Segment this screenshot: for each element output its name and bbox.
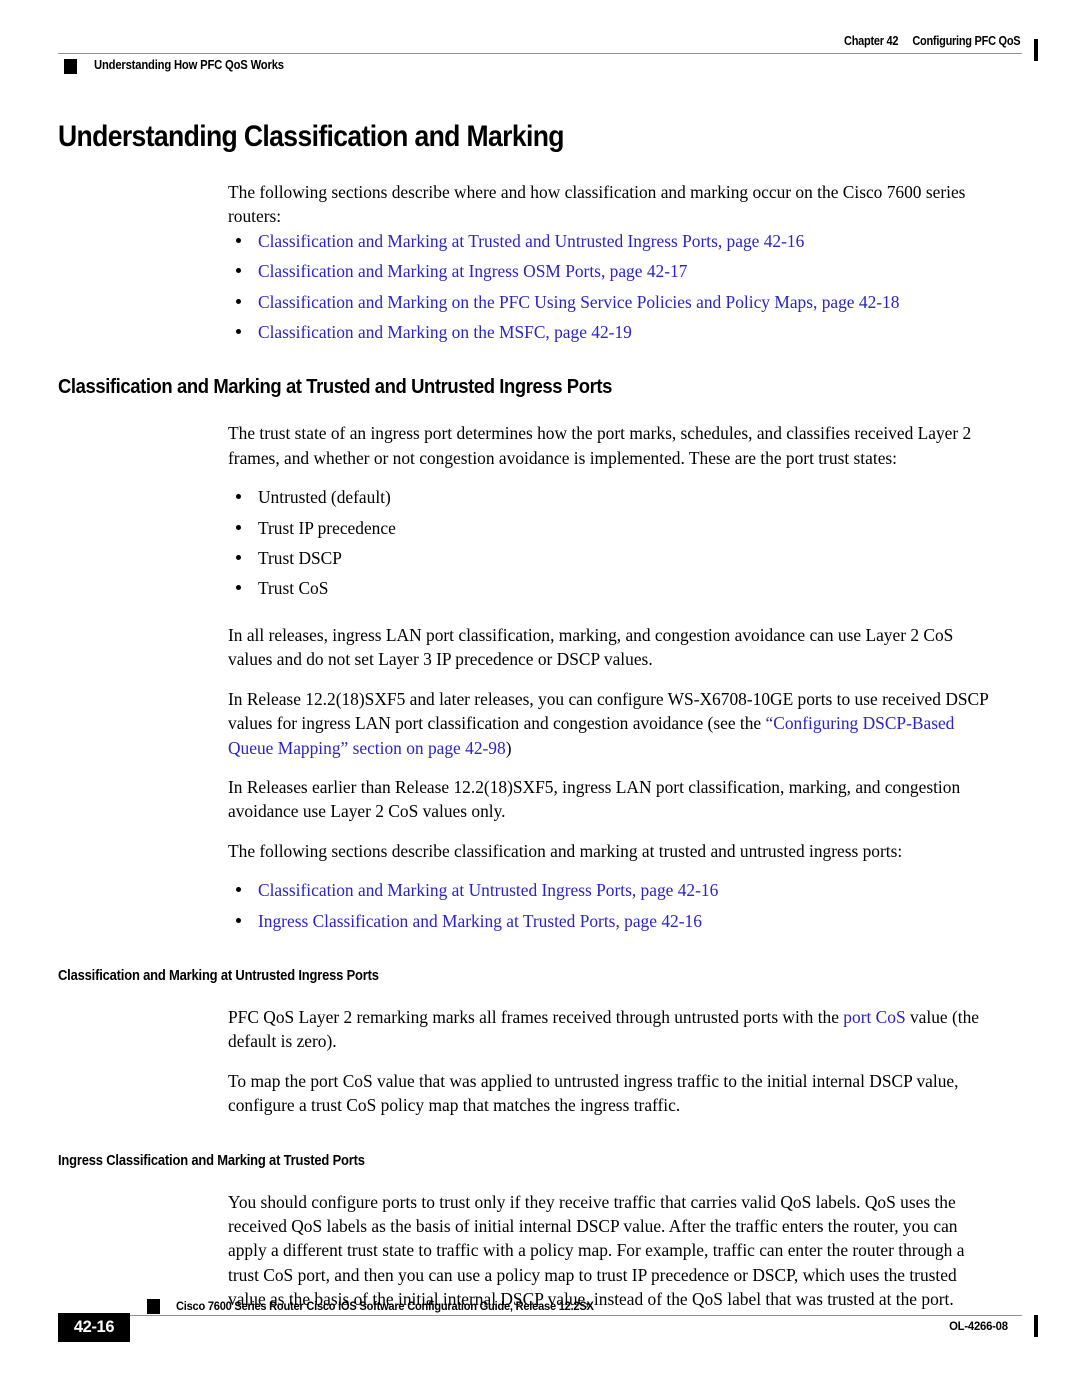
list-item[interactable]: Classification and Marking on the PFC Us…: [228, 290, 996, 314]
page-header: Chapter 42 Configuring PFC QoS Understand…: [58, 34, 1046, 82]
header-end-marker: [1034, 39, 1038, 61]
paragraph-all-releases: In all releases, ingress LAN port classi…: [228, 624, 954, 670]
footer-square-marker-icon: [147, 1299, 160, 1314]
untrusted-ingress-block: PFC QoS Layer 2 remarking marks all fram…: [228, 1005, 996, 1118]
trusted-untrusted-block: The trust state of an ingress port deter…: [228, 421, 996, 933]
page-title: Understanding Classification and Marking: [58, 120, 565, 153]
header-square-marker-icon: [64, 59, 77, 74]
sub-cross-reference-list: Classification and Marking at Untrusted …: [228, 878, 996, 933]
list-item[interactable]: Ingress Classification and Marking at Tr…: [228, 909, 996, 933]
header-chapter-title: Configuring PFC QoS: [911, 34, 1020, 48]
cross-reference-link[interactable]: Classification and Marking at Ingress OS…: [258, 261, 687, 281]
bullet-icon: [236, 329, 241, 335]
paragraph-pfc-remarking: PFC QoS Layer 2 remarking marks all fram…: [228, 1005, 996, 1054]
paragraph-trust-state: The trust state of an ingress port deter…: [228, 423, 972, 468]
footer-document-id: OL-4266-08: [949, 1319, 1008, 1333]
list-item[interactable]: Classification and Marking on the MSFC, …: [228, 320, 996, 344]
footer-guide-title: Cisco 7600 Series Router Cisco IOS Softw…: [176, 1299, 594, 1313]
bullet-icon: [236, 494, 241, 500]
intro-link-list: Classification and Marking at Trusted an…: [228, 229, 996, 345]
list-item: Trust CoS: [228, 576, 996, 600]
section-heading-trusted-untrusted: Classification and Marking at Trusted an…: [58, 375, 612, 399]
bullet-icon: [236, 887, 241, 893]
list-item: Trust IP precedence: [228, 516, 996, 540]
paragraph-text-post: ): [505, 737, 512, 758]
inline-cross-reference-link[interactable]: port CoS: [843, 1007, 905, 1027]
paragraph-configure-trust: You should configure ports to trust only…: [228, 1191, 965, 1310]
paragraph-following-sections: The following sections describe classifi…: [228, 840, 903, 861]
header-chapter-number: Chapter 42: [843, 34, 898, 48]
paragraph-earlier-releases: In Releases earlier than Release 12.2(18…: [228, 776, 961, 822]
cross-reference-link[interactable]: Classification and Marking at Untrusted …: [258, 880, 718, 900]
cross-reference-link[interactable]: Classification and Marking on the PFC Us…: [258, 292, 899, 312]
header-rule: [58, 53, 1022, 54]
intro-block: The following sections describe where an…: [228, 180, 996, 229]
list-item: Trust DSCP: [228, 546, 996, 570]
header-section-label: Understanding How PFC QoS Works: [94, 58, 284, 72]
paragraph-text-pre: PFC QoS Layer 2 remarking marks all fram…: [228, 1006, 844, 1027]
cross-reference-link[interactable]: Classification and Marking on the MSFC, …: [258, 322, 632, 342]
trust-state-label: Untrusted (default): [258, 487, 391, 508]
trusted-ports-block: You should configure ports to trust only…: [228, 1190, 996, 1312]
paragraph-release-sxf5: In Release 12.2(18)SXF5 and later releas…: [228, 687, 996, 760]
footer-end-marker: [1034, 1315, 1038, 1337]
bullet-icon: [236, 917, 241, 923]
footer-page-number: 42-16: [58, 1313, 130, 1342]
bullet-icon: [236, 237, 241, 243]
footer-rule: [58, 1315, 1022, 1316]
header-chapter-info: Chapter 42 Configuring PFC QoS: [843, 34, 1021, 48]
page-content: Understanding Classification and Marking…: [58, 120, 998, 1312]
cross-reference-link[interactable]: Classification and Marking at Trusted an…: [258, 231, 804, 251]
document-page: Chapter 42 Configuring PFC QoS Understand…: [0, 0, 1080, 1397]
list-item[interactable]: Classification and Marking at Trusted an…: [228, 229, 996, 253]
page-footer: Cisco 7600 Series Router Cisco IOS Softw…: [58, 1299, 1046, 1359]
bullet-icon: [236, 585, 241, 591]
cross-reference-link[interactable]: Ingress Classification and Marking at Tr…: [258, 911, 702, 931]
bullet-icon: [236, 298, 241, 304]
intro-paragraph: The following sections describe where an…: [228, 182, 966, 227]
paragraph-map-port-cos: To map the port CoS value that was appli…: [228, 1070, 959, 1116]
list-item[interactable]: Classification and Marking at Untrusted …: [228, 878, 996, 902]
trust-state-label: Trust DSCP: [258, 548, 342, 569]
bullet-icon: [236, 555, 241, 561]
list-item[interactable]: Classification and Marking at Ingress OS…: [228, 259, 996, 283]
list-item: Untrusted (default): [228, 485, 996, 509]
section-heading-trusted-ports: Ingress Classification and Marking at Tr…: [58, 1152, 365, 1169]
section-heading-untrusted-ingress: Classification and Marking at Untrusted …: [58, 967, 379, 984]
bullet-icon: [236, 524, 241, 530]
trust-state-label: Trust CoS: [258, 578, 329, 599]
trust-state-label: Trust IP precedence: [258, 517, 396, 538]
cross-reference-list: Classification and Marking at Trusted an…: [228, 229, 996, 345]
trust-states-list: Untrusted (default) Trust IP precedence …: [228, 485, 996, 601]
bullet-icon: [236, 268, 241, 274]
